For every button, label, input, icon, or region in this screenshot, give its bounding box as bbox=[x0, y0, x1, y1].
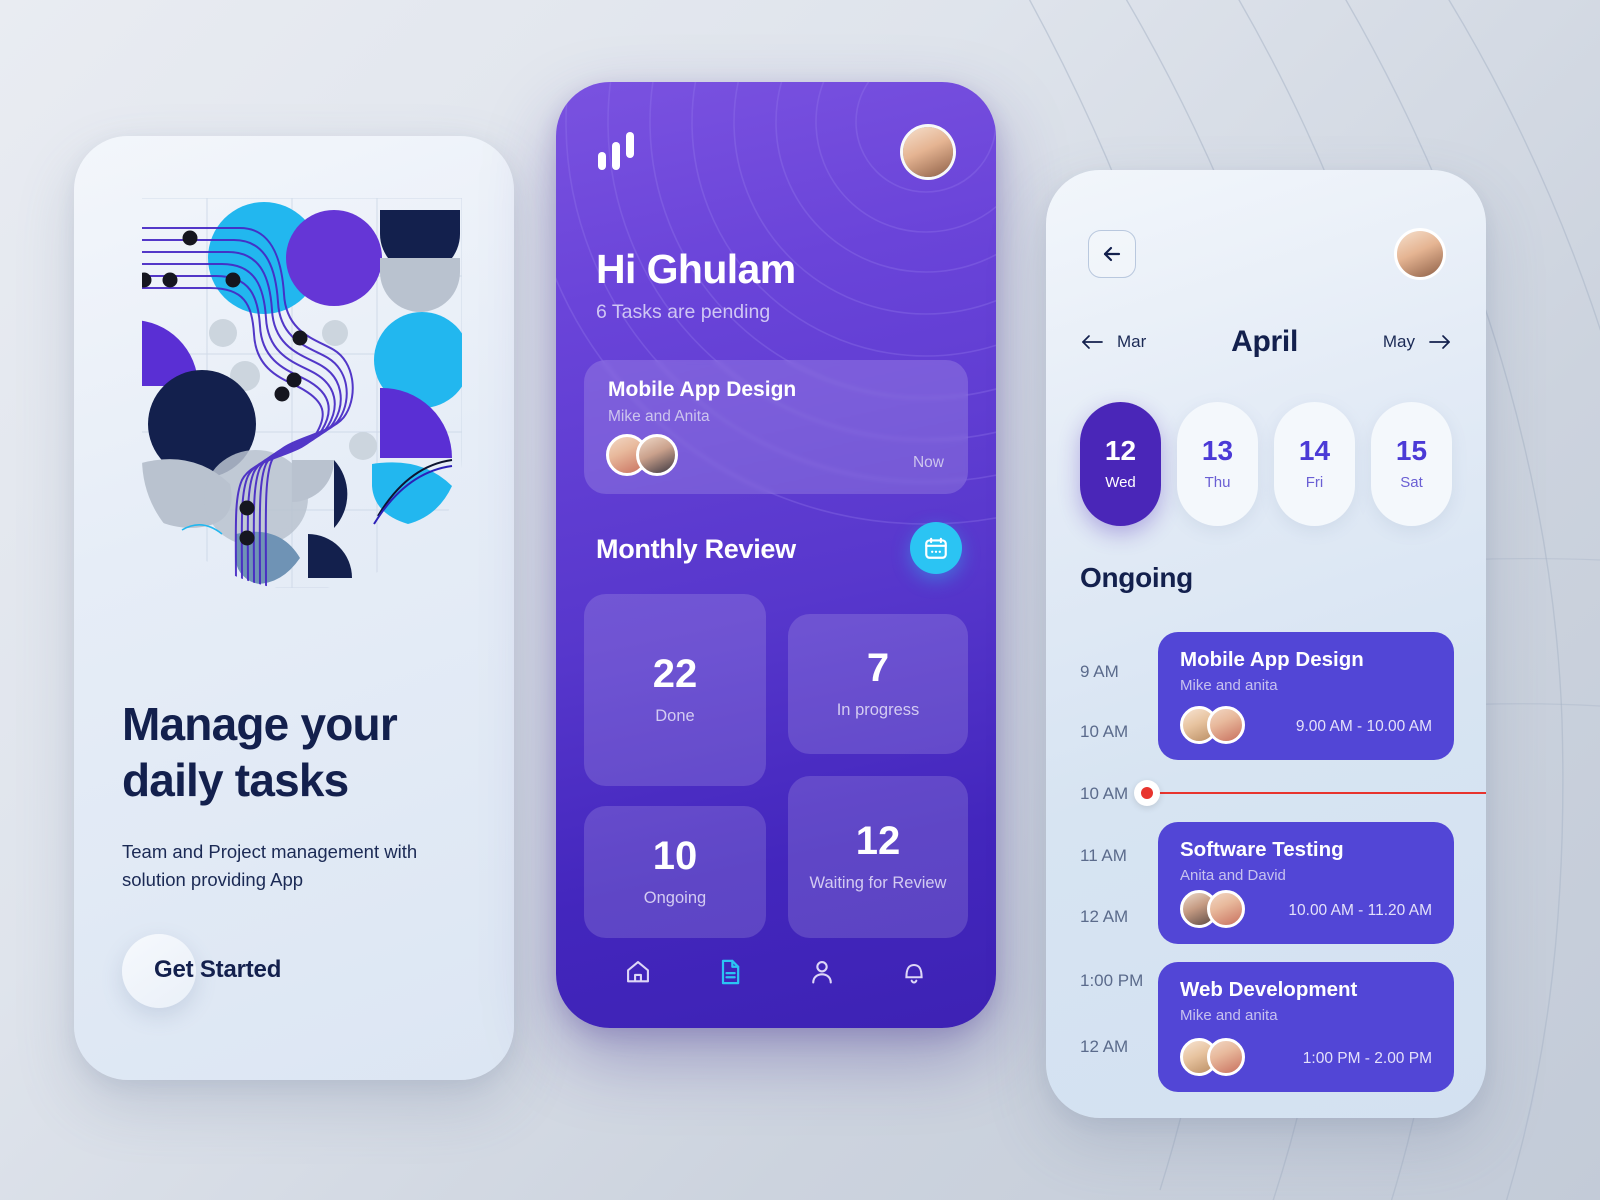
arrow-left-icon bbox=[1082, 335, 1103, 349]
event-card-mobile-app-design[interactable]: Mobile App Design Mike and anita 9.00 AM… bbox=[1158, 632, 1454, 760]
day-number: 15 bbox=[1395, 435, 1428, 466]
current-time-marker bbox=[1134, 780, 1160, 806]
onboarding-screen: Manage your daily tasks Team and Project… bbox=[74, 136, 514, 1080]
schedule-timeline: 9 AM 10 AM 10 AM 11 AM 12 AM 1:00 PM 12 … bbox=[1046, 610, 1486, 1118]
bell-icon bbox=[905, 963, 923, 984]
nav-home-button[interactable] bbox=[615, 949, 661, 995]
day-selector: 12 Wed 13 Thu 14 Fri 15 Sat bbox=[1080, 402, 1452, 526]
back-arrow-icon bbox=[1103, 246, 1121, 262]
day-name: Fri bbox=[1305, 474, 1324, 491]
event-card-web-development[interactable]: Web Development Mike and anita 1:00 PM -… bbox=[1158, 962, 1454, 1092]
day-chip-13[interactable]: 13 Thu bbox=[1177, 402, 1258, 526]
schedule-screen: Mar April May 12 Wed 13 Thu 14 Fri 15 Sa… bbox=[1046, 170, 1486, 1118]
featured-task-card[interactable]: Mobile App Design Mike and Anita Now bbox=[584, 360, 968, 494]
day-chip-12[interactable]: 12 Wed bbox=[1080, 402, 1161, 526]
bar-chart-logo bbox=[598, 132, 634, 170]
title-line-1: Manage your bbox=[122, 698, 398, 750]
stat-card-in-progress[interactable]: 7 In progress bbox=[788, 614, 968, 754]
time-slot-label: 12 AM bbox=[1080, 907, 1129, 926]
day-name: Sat bbox=[1400, 474, 1423, 491]
day-chip-14[interactable]: 14 Fri bbox=[1274, 402, 1355, 526]
stat-value: 12 bbox=[855, 819, 901, 863]
ongoing-section-title: Ongoing bbox=[1080, 562, 1193, 593]
stats-grid: 22 Done 7 In progress 10 Ongoing 12 Wait… bbox=[584, 594, 968, 938]
nav-notifications-button[interactable] bbox=[891, 949, 937, 995]
geometric-abstract-illustration bbox=[122, 198, 462, 588]
event-card-software-testing[interactable]: Software Testing Anita and David 10.00 A… bbox=[1158, 822, 1454, 944]
stat-label: Ongoing bbox=[643, 889, 707, 907]
onboarding-hero: Manage your daily tasks Team and Project… bbox=[122, 696, 474, 893]
time-slot-label: 9 AM bbox=[1080, 662, 1119, 681]
event-title: Mobile App Design bbox=[1180, 648, 1364, 671]
document-icon bbox=[721, 959, 740, 985]
day-number: 14 bbox=[1298, 435, 1331, 466]
prev-month-label: Mar bbox=[1117, 332, 1147, 351]
nav-documents-button[interactable] bbox=[707, 949, 753, 995]
pending-tasks-text: 6 Tasks are pending bbox=[596, 301, 771, 323]
event-title: Web Development bbox=[1180, 978, 1358, 1001]
subtitle-line-1: Team and Project management with bbox=[122, 841, 418, 863]
arrow-right-icon bbox=[1429, 335, 1450, 349]
current-time-line bbox=[1148, 792, 1486, 794]
time-slot-label: 10 AM bbox=[1080, 722, 1129, 741]
event-members: Anita and David bbox=[1180, 867, 1286, 884]
home-icon bbox=[627, 961, 649, 983]
bottom-navigation bbox=[556, 942, 996, 1002]
monthly-review-title: Monthly Review bbox=[596, 534, 796, 564]
time-slot-label: 12 AM bbox=[1080, 1037, 1129, 1056]
day-chip-15[interactable]: 15 Sat bbox=[1371, 402, 1452, 526]
stat-value: 10 bbox=[652, 834, 698, 878]
stat-card-waiting-for-review[interactable]: 12 Waiting for Review bbox=[788, 776, 968, 938]
prev-month-button[interactable]: Mar bbox=[1080, 332, 1146, 352]
avatar bbox=[636, 434, 678, 476]
avatar bbox=[1207, 1038, 1245, 1076]
day-number: 13 bbox=[1201, 435, 1234, 466]
event-title: Software Testing bbox=[1180, 838, 1344, 861]
event-time: 1:00 PM - 2.00 PM bbox=[1302, 1050, 1432, 1067]
current-month-label: April bbox=[1231, 325, 1298, 358]
back-button[interactable] bbox=[1088, 230, 1136, 278]
calendar-icon bbox=[925, 537, 947, 559]
stat-card-done[interactable]: 22 Done bbox=[584, 594, 766, 786]
featured-task-members: Mike and Anita bbox=[608, 408, 710, 425]
greeting-title: Hi Ghulam bbox=[596, 246, 796, 292]
avatar bbox=[1207, 706, 1245, 744]
day-name: Thu bbox=[1204, 474, 1231, 491]
stat-value: 7 bbox=[866, 646, 890, 690]
onboarding-subtitle: Team and Project management with solutio… bbox=[122, 838, 432, 893]
user-avatar[interactable] bbox=[900, 124, 956, 180]
get-started-button[interactable]: Get Started bbox=[122, 926, 462, 1046]
avatar bbox=[1207, 890, 1245, 928]
stat-label: Waiting for Review bbox=[809, 874, 947, 892]
day-name: Wed bbox=[1105, 474, 1136, 491]
time-slot-label: 1:00 PM bbox=[1080, 971, 1144, 990]
title-line-2: daily tasks bbox=[122, 754, 349, 807]
featured-task-status: Now bbox=[912, 454, 944, 471]
event-time: 10.00 AM - 11.20 AM bbox=[1288, 902, 1432, 919]
next-month-button[interactable]: May bbox=[1383, 332, 1452, 352]
event-time: 9.00 AM - 10.00 AM bbox=[1295, 718, 1432, 735]
page-title: Manage your daily tasks bbox=[122, 696, 474, 808]
time-slot-label: 10 AM bbox=[1080, 784, 1129, 803]
get-started-label: Get Started bbox=[154, 956, 282, 983]
next-month-label: May bbox=[1382, 332, 1415, 351]
nav-profile-button[interactable] bbox=[799, 949, 845, 995]
stat-label: In progress bbox=[836, 701, 920, 719]
home-dashboard-screen: Hi Ghulam 6 Tasks are pending Mobile App… bbox=[556, 82, 996, 1028]
day-number: 12 bbox=[1104, 435, 1137, 466]
calendar-button[interactable] bbox=[910, 522, 962, 574]
event-members: Mike and anita bbox=[1180, 677, 1278, 694]
stat-card-ongoing[interactable]: 10 Ongoing bbox=[584, 806, 766, 938]
subtitle-line-2: solution providing App bbox=[122, 868, 304, 890]
greeting-block: Hi Ghulam 6 Tasks are pending bbox=[596, 246, 796, 324]
stat-value: 22 bbox=[652, 652, 698, 696]
event-members: Mike and anita bbox=[1180, 1007, 1278, 1024]
month-navigation: Mar April May bbox=[1080, 322, 1452, 362]
featured-task-title: Mobile App Design bbox=[608, 378, 797, 401]
person-icon bbox=[812, 961, 832, 984]
user-avatar[interactable] bbox=[1394, 228, 1446, 280]
time-slot-label: 11 AM bbox=[1080, 846, 1127, 865]
stat-label: Done bbox=[655, 707, 695, 725]
